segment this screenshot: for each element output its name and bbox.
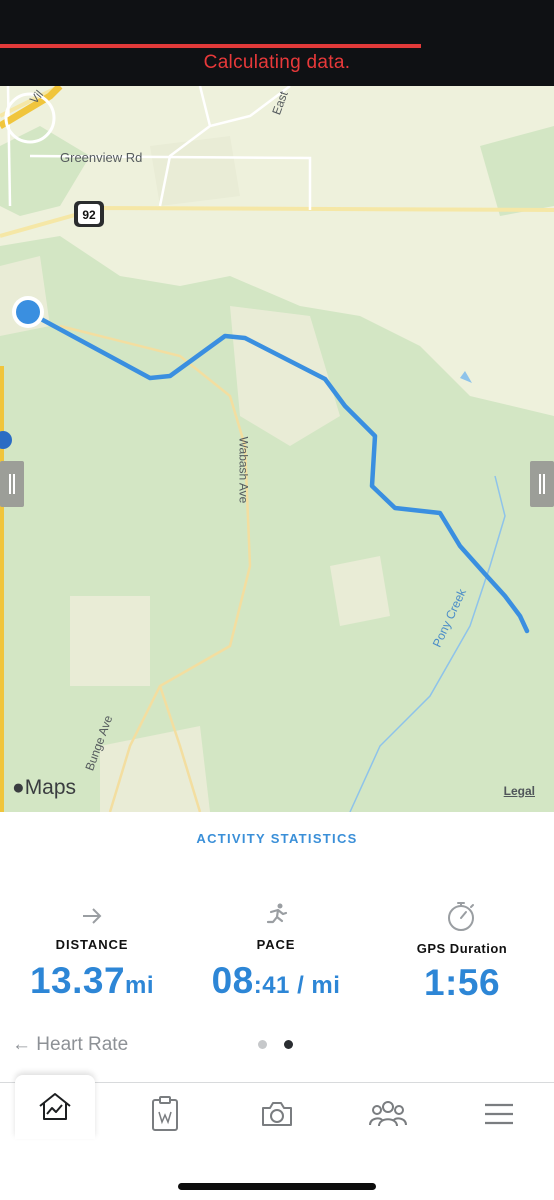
route-map[interactable]: 92 Greenview Rd East Vil Wabash Ave Pony…: [0, 86, 554, 812]
pace-value: 08:41 / mi: [211, 960, 341, 1001]
page-dot-2[interactable]: [284, 1040, 293, 1049]
maps-logo-text: Maps: [24, 776, 77, 799]
maps-attribution: ●Maps: [12, 776, 76, 800]
calculating-message: Calculating data.: [203, 52, 351, 73]
bottom-tab-bar: [0, 1075, 554, 1200]
tab-camera[interactable]: [222, 1083, 332, 1145]
vegetation-areas: [0, 126, 554, 812]
pace-label: PACE: [256, 937, 296, 952]
left-drawer-handle[interactable]: [0, 461, 24, 507]
tab-community[interactable]: [333, 1083, 443, 1145]
page-indicator[interactable]: [258, 1040, 310, 1049]
clipboard-icon: [152, 1096, 178, 1131]
pond: [460, 371, 472, 383]
runner-icon: [184, 897, 368, 935]
group-icon: [369, 1101, 407, 1127]
stats-title: ACTIVITY STATISTICS: [196, 831, 358, 846]
tab-workouts[interactable]: [110, 1083, 220, 1145]
heart-rate-link[interactable]: ← Heart Rate: [12, 1034, 128, 1056]
greenview-rd-label: Greenview Rd: [60, 150, 143, 165]
apple-logo-icon: ●: [12, 776, 25, 799]
distance-value: 13.37mi: [29, 960, 155, 1001]
wabash-ave-label: Wabash Ave: [236, 436, 251, 504]
page-dot-1[interactable]: [258, 1040, 267, 1049]
pace-stat: PACE 08:41 / mi: [184, 897, 368, 1002]
distance-stat: DISTANCE 13.37mi: [0, 897, 184, 1002]
home-chart-icon: [39, 1093, 71, 1120]
route-92-label: 92: [82, 208, 96, 222]
gps-duration-value: 1:56: [423, 962, 501, 1003]
start-location-marker: [16, 300, 40, 324]
activity-statistics-panel: ACTIVITY STATISTICS DISTANCE 13.37mi PAC…: [0, 812, 554, 1082]
right-drawer-handle[interactable]: [530, 461, 554, 507]
distance-label: DISTANCE: [55, 937, 129, 952]
legal-link[interactable]: Legal: [504, 784, 535, 798]
home-indicator[interactable]: [178, 1183, 376, 1190]
gps-duration-label: GPS Duration: [416, 941, 508, 956]
calculation-progress-bar: [0, 44, 422, 48]
tab-home[interactable]: [15, 1075, 95, 1139]
camera-icon: [262, 1102, 292, 1126]
tab-menu[interactable]: [444, 1083, 554, 1145]
status-bar: Calculating data.: [0, 0, 554, 86]
stopwatch-icon: [370, 897, 554, 935]
hamburger-icon: [485, 1103, 513, 1125]
gps-duration-stat: GPS Duration 1:56: [370, 897, 554, 1004]
arrow-right-icon: [0, 897, 184, 935]
map-canvas: 92: [0, 86, 554, 812]
